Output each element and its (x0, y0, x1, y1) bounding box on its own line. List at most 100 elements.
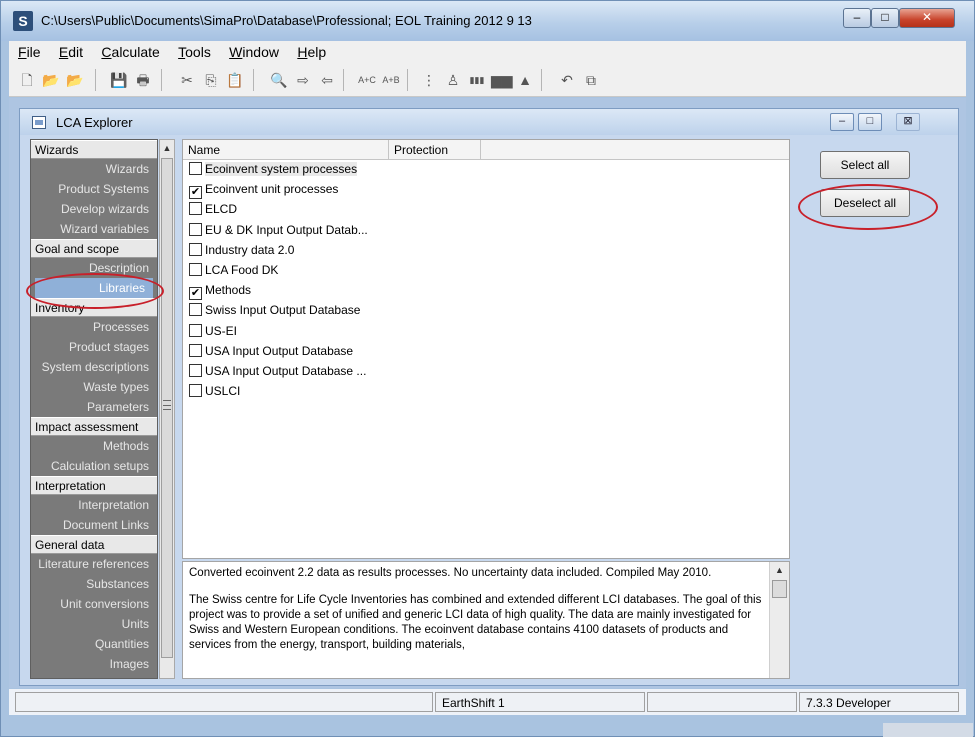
open-library-icon[interactable]: 📂 (65, 70, 85, 90)
description-scrollbar[interactable]: ▲ (769, 562, 789, 678)
lca-explorer-title-bar[interactable]: LCA Explorer – □ ⊠ (20, 109, 958, 135)
library-row[interactable]: USLCI (189, 384, 240, 404)
nav-item-product-stages[interactable]: Product stages (31, 337, 157, 357)
scale-icon[interactable]: A+B (381, 70, 401, 90)
library-name: ELCD (205, 202, 238, 217)
nav-section-header[interactable]: General data (31, 535, 157, 554)
nav-scrollbar[interactable]: ▲ (159, 139, 175, 679)
nav-section-header[interactable]: Impact assessment (31, 417, 157, 436)
checked-checkbox[interactable]: ✔ (189, 186, 202, 200)
import-icon[interactable]: ⇨ (293, 70, 313, 90)
undo-icon[interactable]: ↶ (557, 70, 577, 90)
nav-item-product-systems[interactable]: Product Systems (31, 179, 157, 199)
nav-item-system-descriptions[interactable]: System descriptions (31, 357, 157, 377)
open-icon[interactable]: 📂 (41, 70, 61, 90)
unchecked-checkbox[interactable] (189, 242, 202, 256)
status-pane-1 (15, 692, 433, 712)
new-icon[interactable]: 🗋 (17, 70, 37, 90)
menu-help[interactable]: Help (288, 41, 332, 60)
menu-file[interactable]: File (9, 41, 47, 60)
column-protection[interactable]: Protection (389, 140, 481, 159)
column-name[interactable]: Name (183, 140, 389, 159)
checked-checkbox[interactable]: ✔ (189, 287, 202, 301)
paste-icon[interactable]: 📋 (225, 70, 245, 90)
menu-window[interactable]: Window (220, 41, 285, 60)
nav-item-interpretation[interactable]: Interpretation (31, 495, 157, 515)
unchecked-checkbox[interactable] (189, 303, 202, 317)
nav-section-header[interactable]: Goal and scope (31, 239, 157, 258)
distribution-icon[interactable]: ▲ (515, 70, 535, 90)
scroll-up-icon[interactable]: ▲ (770, 562, 789, 578)
nav-item-wizard-variables[interactable]: Wizard variables (31, 219, 157, 239)
library-row[interactable]: US-EI (189, 323, 237, 344)
title-bar[interactable]: S C:\Users\Public\Documents\SimaPro\Data… (1, 1, 974, 41)
nav-section-header[interactable]: Inventory (31, 298, 157, 317)
library-row[interactable]: LCA Food DK (189, 263, 278, 283)
library-row[interactable]: EU & DK Input Output Datab... (189, 222, 368, 243)
nav-item-unit-conversions[interactable]: Unit conversions (31, 594, 157, 614)
nav-item-parameters[interactable]: Parameters (31, 397, 157, 417)
menu-calculate[interactable]: Calculate (92, 41, 165, 60)
nav-item-waste-types[interactable]: Waste types (31, 377, 157, 397)
save-icon[interactable]: 💾 (109, 70, 129, 90)
copy-icon[interactable]: ⎘ (201, 70, 221, 90)
nav-item-literature-references[interactable]: Literature references (31, 554, 157, 574)
description-scroll-thumb[interactable] (772, 580, 787, 598)
compare-icon[interactable]: ⧉ (581, 70, 601, 90)
menu-tools[interactable]: Tools (169, 41, 217, 60)
nav-item-processes[interactable]: Processes (31, 317, 157, 337)
nav-item-methods[interactable]: Methods (31, 436, 157, 456)
unchecked-checkbox[interactable] (189, 323, 202, 337)
menu-edit[interactable]: Edit (50, 41, 89, 60)
network-icon[interactable]: ♙ (443, 70, 463, 90)
unchecked-checkbox[interactable] (189, 162, 202, 175)
nav-item-libraries[interactable]: Libraries (35, 278, 153, 298)
scroll-up-icon[interactable]: ▲ (160, 140, 174, 156)
stacked-chart-icon[interactable]: ▆▆ (491, 70, 513, 90)
bar-chart-icon[interactable]: ▮▮▮ (467, 70, 487, 90)
unchecked-checkbox[interactable] (189, 343, 202, 357)
nav-item-document-links[interactable]: Document Links (31, 515, 157, 535)
nav-item-develop-wizards[interactable]: Develop wizards (31, 199, 157, 219)
nav-item-images[interactable]: Images (31, 654, 157, 674)
maximize-button[interactable]: □ (871, 8, 899, 28)
nav-item-substances[interactable]: Substances (31, 574, 157, 594)
explorer-minimize-button[interactable]: – (830, 113, 854, 131)
deselect-all-button[interactable]: Deselect all (820, 189, 910, 217)
lca-explorer-window: LCA Explorer – □ ⊠ Wizards Wizards Product… (19, 108, 959, 686)
nav-item-units[interactable]: Units (31, 614, 157, 634)
explorer-close-button[interactable]: ⊠ (896, 113, 920, 131)
close-button[interactable]: ✕ (899, 8, 955, 28)
menu-bar: File Edit Calculate Tools Window Help (9, 41, 966, 63)
library-row[interactable]: Industry data 2.0 (189, 242, 294, 263)
export-icon[interactable]: ⇦ (317, 70, 337, 90)
library-row[interactable]: Swiss Input Output Database (189, 303, 360, 323)
nav-section-header[interactable]: Wizards (31, 140, 157, 159)
minimize-button[interactable]: – (843, 8, 871, 28)
unchecked-checkbox[interactable] (189, 202, 202, 216)
nav-item-quantities[interactable]: Quantities (31, 634, 157, 654)
library-row[interactable]: Ecoinvent system processes (189, 162, 358, 182)
nav-item-calculation-setups[interactable]: Calculation setups (31, 456, 157, 476)
explorer-maximize-button[interactable]: □ (858, 113, 882, 131)
nav-item-wizards[interactable]: Wizards (31, 159, 157, 179)
nav-item-description[interactable]: Description (31, 258, 157, 278)
unchecked-checkbox[interactable] (189, 384, 202, 398)
nav-section-header[interactable]: Interpretation (31, 476, 157, 495)
tree-icon[interactable]: ⋮ (419, 70, 439, 90)
status-user: EarthShift 1 (435, 692, 645, 712)
library-row[interactable]: USA Input Output Database (189, 343, 353, 364)
cut-icon[interactable]: ✂ (177, 70, 197, 90)
library-row[interactable]: ✔ Methods (189, 283, 251, 303)
select-all-button[interactable]: Select all (820, 151, 910, 179)
unchecked-checkbox[interactable] (189, 263, 202, 276)
lci-results-icon[interactable]: A+C (357, 70, 377, 90)
library-row[interactable]: ELCD (189, 202, 237, 222)
library-row[interactable]: ✔ Ecoinvent unit processes (189, 182, 338, 202)
find-icon[interactable]: 🔍 (269, 70, 289, 90)
library-name: Ecoinvent unit processes (205, 182, 339, 197)
library-row[interactable]: USA Input Output Database ... (189, 364, 366, 384)
print-icon[interactable]: 🖶 (133, 70, 153, 90)
unchecked-checkbox[interactable] (189, 222, 202, 236)
unchecked-checkbox[interactable] (189, 364, 202, 377)
